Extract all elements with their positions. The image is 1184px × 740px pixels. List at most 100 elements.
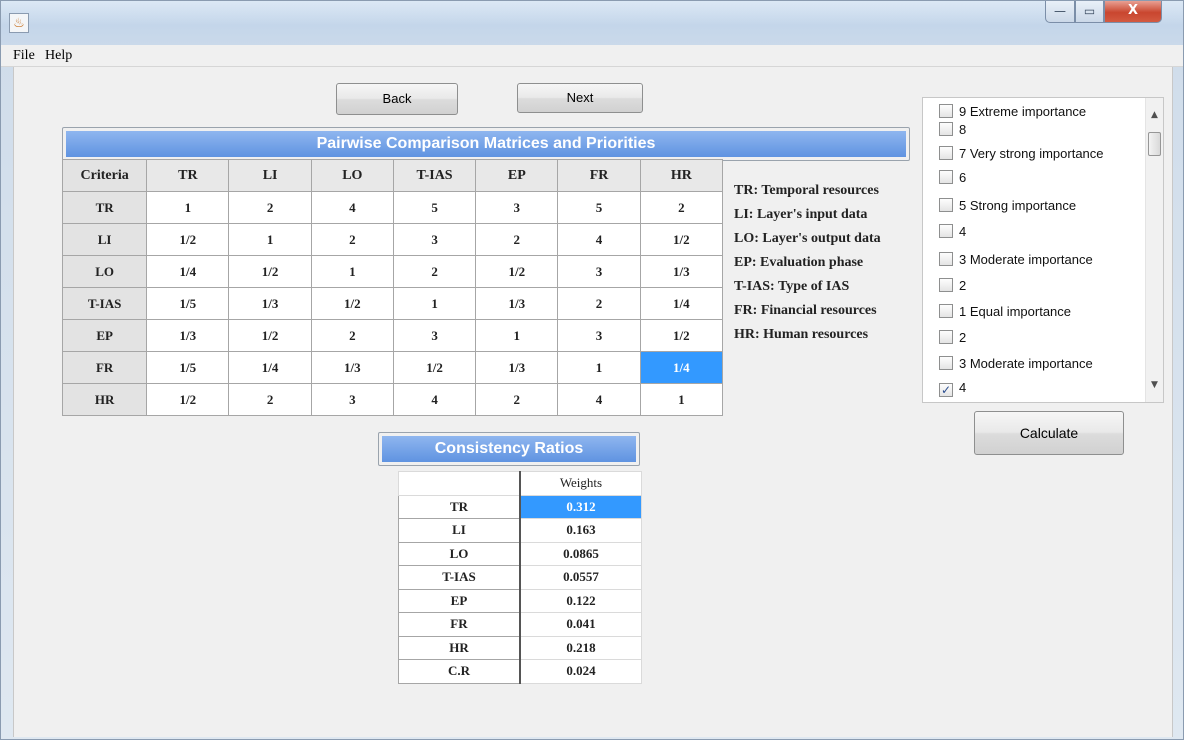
matrix-cell[interactable]: 1/2 (228, 255, 312, 288)
importance-option[interactable]: 3 Moderate importance (939, 252, 1093, 272)
importance-option[interactable]: 8 (939, 122, 966, 142)
matrix-cell[interactable]: 3 (310, 383, 394, 416)
checkbox-icon[interactable] (939, 104, 953, 118)
matrix-cell[interactable]: 1/3 (475, 287, 559, 320)
checkbox-icon[interactable] (939, 356, 953, 370)
weights-value[interactable]: 0.041 (519, 612, 642, 637)
weights-value[interactable]: 0.024 (519, 659, 642, 684)
column-header: EP (475, 159, 559, 192)
close-button[interactable]: X (1104, 1, 1162, 23)
matrix-cell[interactable]: 3 (475, 191, 559, 224)
matrix-cell[interactable]: 5 (557, 191, 641, 224)
checkbox-icon[interactable] (939, 252, 953, 266)
matrix-cell[interactable]: 2 (228, 191, 312, 224)
importance-option[interactable]: 4 (939, 224, 966, 244)
matrix-cell[interactable]: 1/3 (639, 255, 724, 288)
importance-option[interactable]: 2 (939, 278, 966, 298)
checkbox-checked-icon[interactable]: ✓ (939, 383, 953, 397)
weights-value[interactable]: 0.163 (519, 518, 642, 543)
matrix-cell[interactable]: 1 (639, 383, 724, 416)
back-button[interactable]: Back (336, 83, 458, 115)
matrix-cell[interactable]: 1 (228, 223, 312, 256)
matrix-cell[interactable]: 1/3 (310, 351, 394, 384)
checkbox-icon[interactable] (939, 146, 953, 160)
importance-option[interactable]: 6 (939, 170, 966, 190)
matrix-cell[interactable]: 2 (228, 383, 312, 416)
matrix-cell[interactable]: 3 (392, 223, 477, 256)
weights-value[interactable]: 0.0865 (519, 541, 642, 566)
matrix-cell[interactable]: 1/3 (146, 319, 230, 352)
matrix-cell[interactable]: 1/5 (146, 351, 230, 384)
matrix-cell[interactable]: 1/2 (475, 255, 559, 288)
importance-option[interactable]: 1 Equal importance (939, 304, 1071, 324)
matrix-cell[interactable]: 1/4 (146, 255, 230, 288)
matrix-cell[interactable]: 1/4 (639, 287, 724, 320)
importance-option[interactable]: 7 Very strong importance (939, 146, 1104, 166)
checkbox-icon[interactable] (939, 278, 953, 292)
next-button[interactable]: Next (517, 83, 643, 113)
checkbox-icon[interactable] (939, 224, 953, 238)
matrix-cell[interactable]: 1/2 (146, 383, 230, 416)
weights-value[interactable]: 0.218 (519, 635, 642, 660)
matrix-cell[interactable]: 1/4 (639, 351, 724, 384)
minimize-button[interactable]: — (1045, 1, 1075, 23)
matrix-cell[interactable]: 1 (146, 191, 230, 224)
weights-label: LO (397, 541, 521, 566)
matrix-cell[interactable]: 3 (392, 319, 477, 352)
importance-option[interactable]: 9 Extreme importance (939, 104, 1086, 124)
matrix-cell[interactable]: 2 (557, 287, 641, 320)
matrix-cell[interactable]: 1/5 (146, 287, 230, 320)
checklist-scrollbar[interactable]: ▲ ▼ (1145, 98, 1163, 402)
importance-option[interactable]: ✓ 4 (939, 380, 966, 400)
matrix-cell[interactable]: 4 (392, 383, 477, 416)
importance-option[interactable]: 5 Strong importance (939, 198, 1076, 218)
checkbox-icon[interactable] (939, 170, 953, 184)
matrix-cell[interactable]: 1/2 (228, 319, 312, 352)
matrix-cell[interactable]: 3 (557, 319, 641, 352)
matrix-cell[interactable]: 2 (639, 191, 724, 224)
matrix-cell[interactable]: 4 (310, 191, 394, 224)
weights-value[interactable]: 0.312 (519, 494, 642, 519)
maximize-button[interactable]: ▭ (1075, 1, 1104, 23)
calculate-button[interactable]: Calculate (974, 411, 1124, 455)
scroll-up-icon[interactable]: ▲ (1146, 110, 1163, 126)
row-header: T-IAS (61, 287, 148, 320)
matrix-cell[interactable]: 1/2 (392, 351, 477, 384)
matrix-cell[interactable]: 1/2 (146, 223, 230, 256)
menu-file[interactable]: File (13, 48, 35, 64)
matrix-cell[interactable]: 2 (475, 383, 559, 416)
matrix-cell[interactable]: 1 (557, 351, 641, 384)
menu-help[interactable]: Help (45, 48, 72, 64)
matrix-cell[interactable]: 1/3 (228, 287, 312, 320)
matrix-cell[interactable]: 3 (557, 255, 641, 288)
checkbox-icon[interactable] (939, 198, 953, 212)
matrix-cell[interactable]: 4 (557, 223, 641, 256)
matrix-cell[interactable]: 1/4 (228, 351, 312, 384)
checkbox-icon[interactable] (939, 304, 953, 318)
matrix-cell[interactable]: 4 (557, 383, 641, 416)
matrix-row: LI 1/2 1 2 3 2 4 1/2 (61, 223, 724, 256)
matrix-cell[interactable]: 2 (475, 223, 559, 256)
matrix-cell[interactable]: 1 (392, 287, 477, 320)
importance-checklist[interactable]: 9 Extreme importance 8 7 Very strong impor… (922, 97, 1164, 403)
matrix-cell[interactable]: 1/2 (639, 223, 724, 256)
scroll-thumb[interactable] (1148, 132, 1161, 156)
title-bar[interactable]: ♨ — ▭ X (1, 1, 1183, 45)
matrix-cell[interactable]: 1/2 (310, 287, 394, 320)
matrix-cell[interactable]: 1 (310, 255, 394, 288)
weights-value[interactable]: 0.0557 (519, 565, 642, 590)
weights-label: FR (397, 612, 521, 637)
scroll-down-icon[interactable]: ▼ (1146, 380, 1163, 396)
checkbox-icon[interactable] (939, 330, 953, 344)
matrix-cell[interactable]: 1/2 (639, 319, 724, 352)
matrix-cell[interactable]: 2 (392, 255, 477, 288)
matrix-cell[interactable]: 1/3 (475, 351, 559, 384)
matrix-cell[interactable]: 1 (475, 319, 559, 352)
matrix-cell[interactable]: 2 (310, 223, 394, 256)
checkbox-icon[interactable] (939, 122, 953, 136)
matrix-cell[interactable]: 2 (310, 319, 394, 352)
importance-option[interactable]: 2 (939, 330, 966, 350)
matrix-cell[interactable]: 5 (392, 191, 477, 224)
importance-option[interactable]: 3 Moderate importance (939, 356, 1093, 376)
weights-value[interactable]: 0.122 (519, 588, 642, 613)
